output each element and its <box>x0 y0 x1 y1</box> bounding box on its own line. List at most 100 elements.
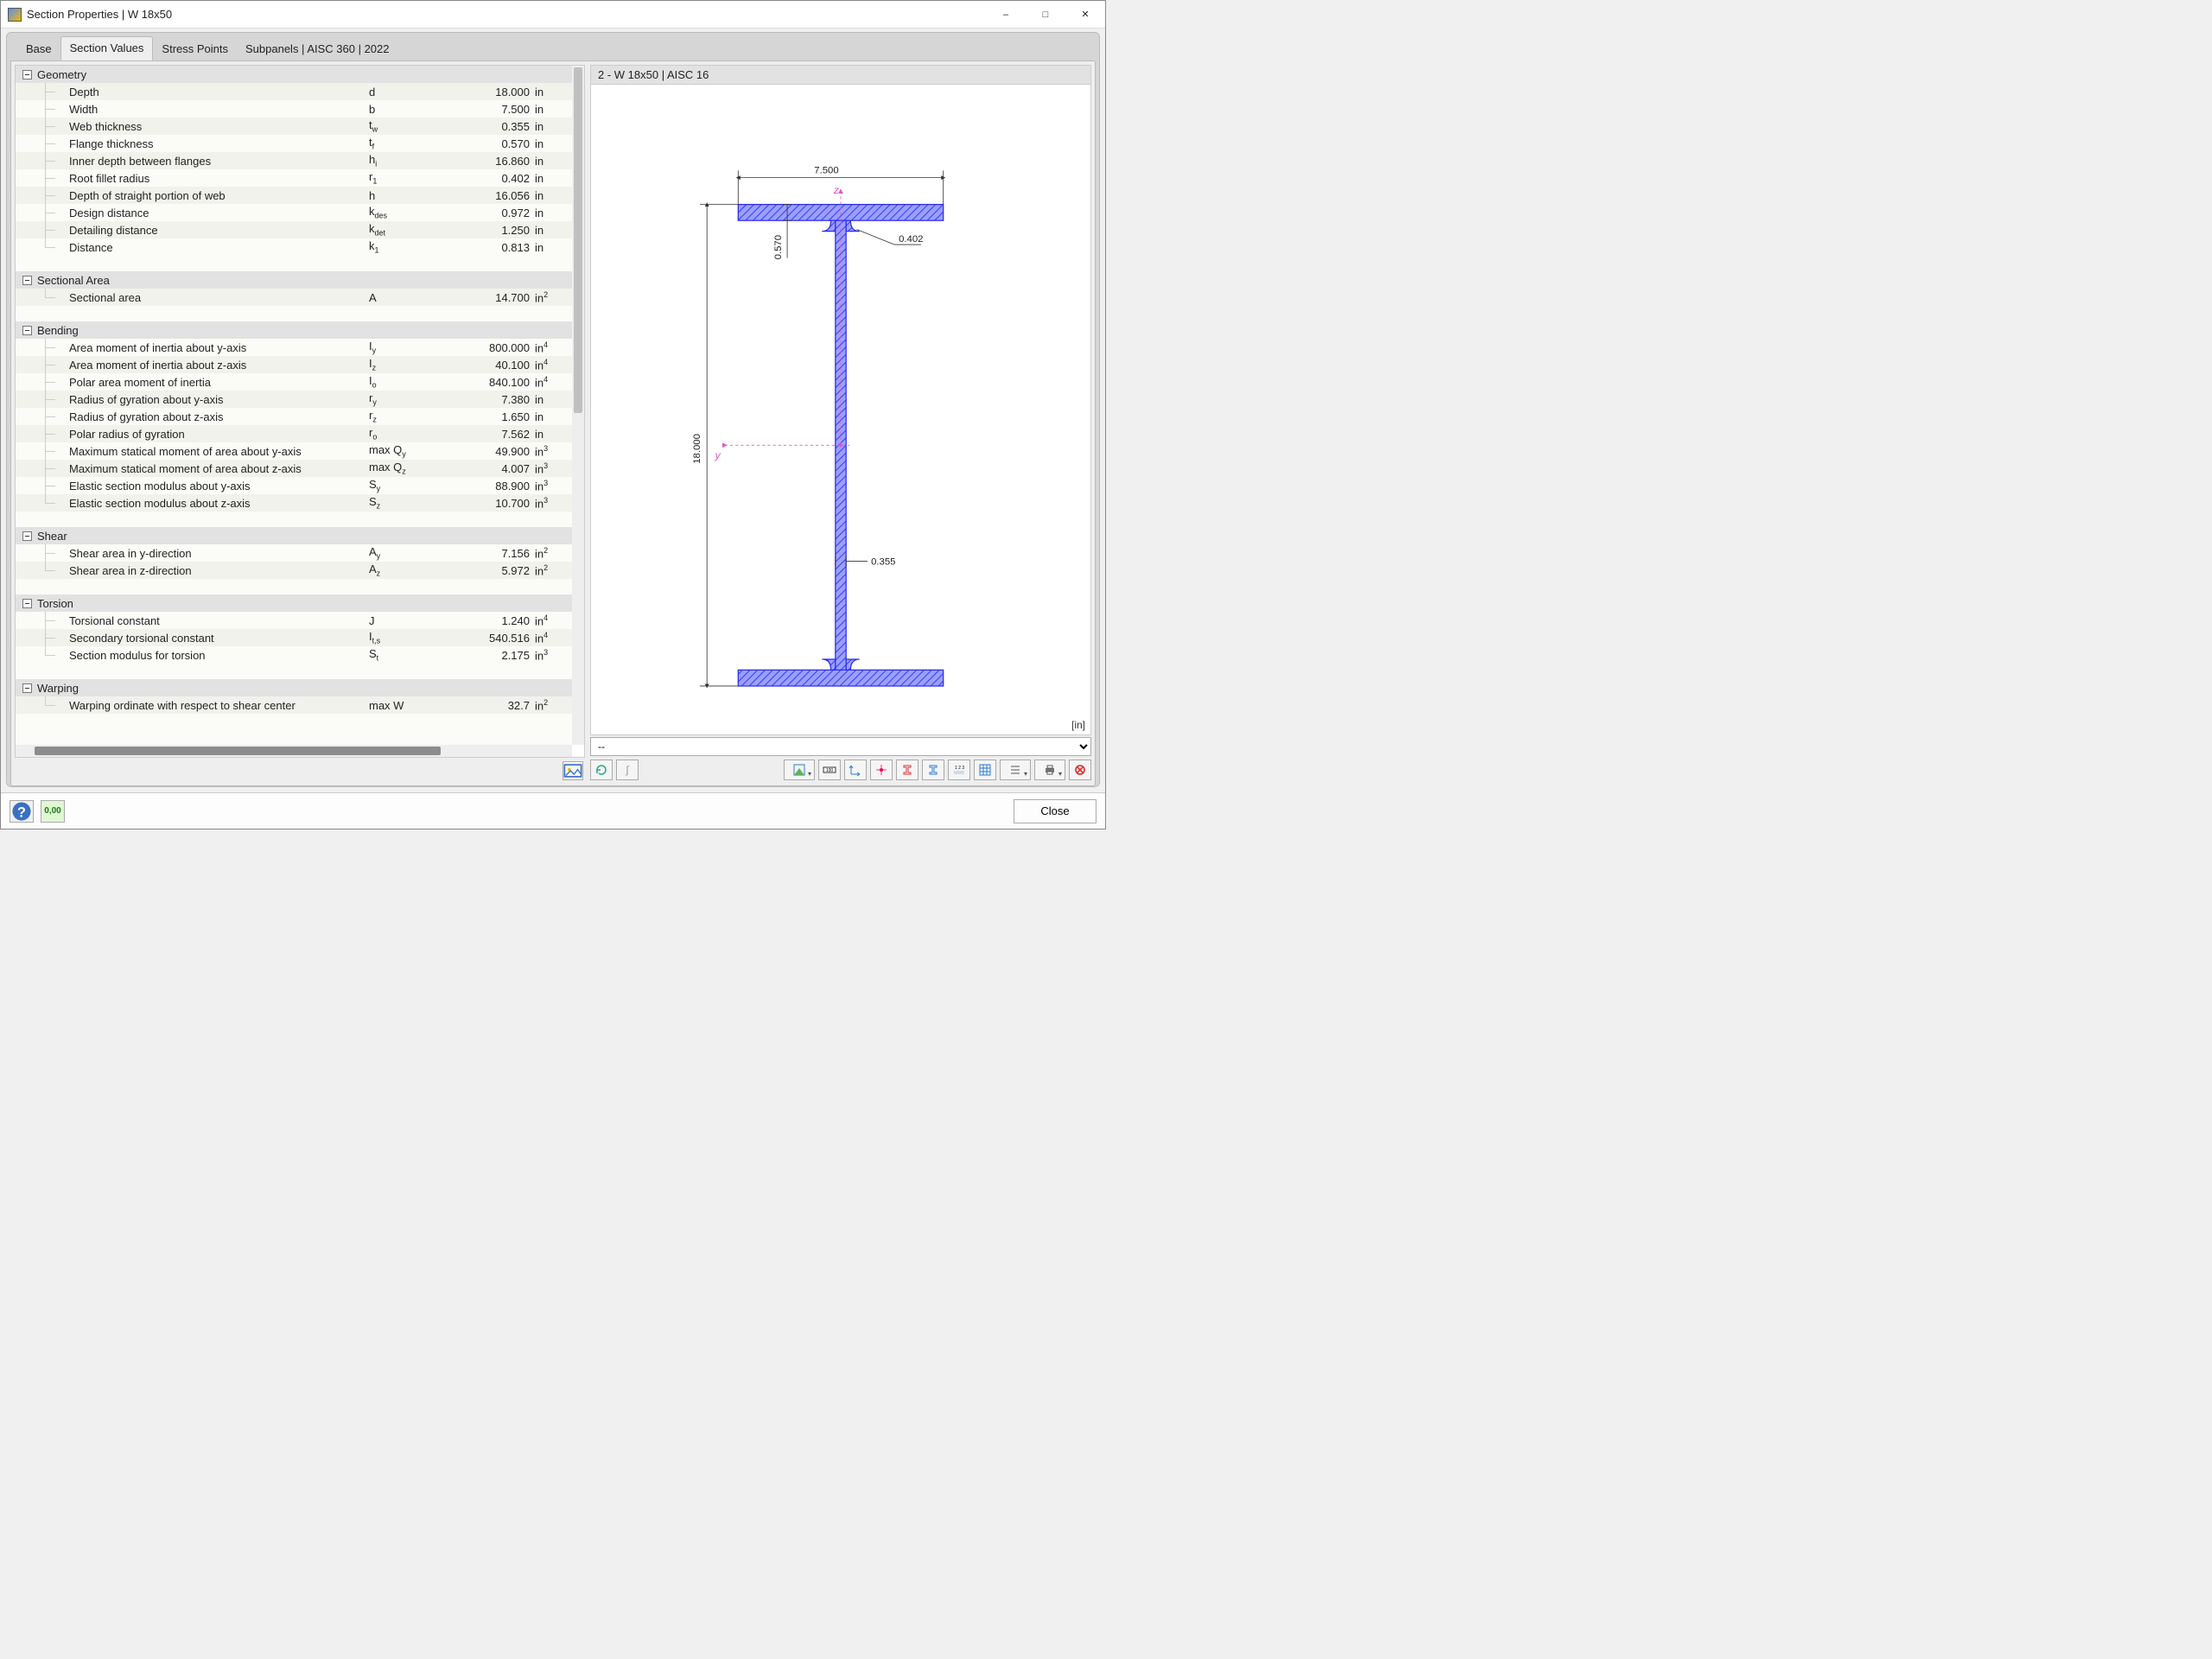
maximize-button[interactable]: □ <box>1026 1 1065 29</box>
property-row[interactable]: Area moment of inertia about y-axisIy800… <box>16 339 572 356</box>
result-selector[interactable]: -- <box>590 737 1091 756</box>
shear-center-button[interactable] <box>870 760 893 780</box>
vertical-scrollbar[interactable] <box>572 66 584 745</box>
property-row[interactable]: Design distancekdes0.972in <box>16 204 572 221</box>
numbering-button[interactable]: 1 2 3 <box>948 760 970 780</box>
property-unit: in <box>533 207 572 219</box>
property-row[interactable]: Area moment of inertia about z-axisIz40.… <box>16 356 572 373</box>
units-button[interactable]: 0,00 <box>41 800 65 823</box>
property-name: Detailing distance <box>67 224 369 237</box>
axis-y-label: y <box>714 449 721 461</box>
property-unit: in <box>533 172 572 185</box>
property-symbol: Az <box>369 563 447 578</box>
close-button[interactable]: Close <box>1014 799 1096 823</box>
property-row[interactable]: Detailing distancekdet1.250in <box>16 221 572 238</box>
group-title: Sectional Area <box>37 274 110 287</box>
property-symbol: h <box>369 189 447 202</box>
minimize-button[interactable]: – <box>986 1 1026 29</box>
property-unit: in4 <box>533 631 572 645</box>
collapse-icon[interactable] <box>22 683 32 693</box>
property-row[interactable]: Sectional areaA14.700in2 <box>16 289 572 306</box>
property-symbol: max W <box>369 699 447 712</box>
property-symbol: max Qy <box>369 443 447 459</box>
property-row[interactable]: Root fillet radiusr10.402in <box>16 169 572 187</box>
property-name: Polar radius of gyration <box>67 428 369 441</box>
property-row[interactable]: Depthd18.000in <box>16 83 572 100</box>
section-canvas[interactable]: 7.500 18.000 0.570 <box>590 84 1091 735</box>
export-image-button[interactable] <box>563 761 583 780</box>
property-row[interactable]: Maximum statical moment of area about y-… <box>16 442 572 460</box>
group-title: Geometry <box>37 68 86 81</box>
section-red-button[interactable] <box>896 760 918 780</box>
collapse-icon[interactable] <box>22 276 32 285</box>
help-button[interactable]: ? <box>10 800 34 823</box>
property-value: 840.100 <box>447 376 533 389</box>
property-value: 0.402 <box>447 172 533 185</box>
property-row[interactable]: Polar area moment of inertiaIo840.100in4 <box>16 373 572 391</box>
property-name: Warping ordinate with respect to shear c… <box>67 699 369 712</box>
property-name: Elastic section modulus about y-axis <box>67 480 369 493</box>
diagram-toolbar: ∫ 100 1 2 3 <box>590 758 1091 782</box>
property-row[interactable]: Flange thicknesstf0.570in <box>16 135 572 152</box>
group-title: Shear <box>37 530 67 543</box>
property-name: Maximum statical moment of area about y-… <box>67 445 369 458</box>
group-header[interactable]: Shear <box>16 527 572 544</box>
property-name: Elastic section modulus about z-axis <box>67 497 369 510</box>
property-unit: in <box>533 410 572 423</box>
scale-100-button[interactable]: 100 <box>818 760 841 780</box>
property-row[interactable]: Radius of gyration about z-axisrz1.650in <box>16 408 572 425</box>
property-row[interactable]: Web thicknesstw0.355in <box>16 118 572 135</box>
property-row[interactable]: Polar radius of gyrationro7.562in <box>16 425 572 442</box>
group-header[interactable]: Warping <box>16 679 572 696</box>
property-unit: in <box>533 393 572 406</box>
collapse-icon[interactable] <box>22 326 32 335</box>
property-row[interactable]: Torsional constantJ1.240in4 <box>16 612 572 629</box>
section-blue-button[interactable] <box>922 760 944 780</box>
properties-grid[interactable]: Geometry Depthd18.000inWidthb7.500inWeb t… <box>15 65 585 758</box>
property-name: Flange thickness <box>67 137 369 150</box>
property-row[interactable]: Warping ordinate with respect to shear c… <box>16 696 572 714</box>
close-window-button[interactable]: ✕ <box>1065 1 1105 29</box>
group-header[interactable]: Geometry <box>16 66 572 83</box>
property-symbol: ro <box>369 426 447 442</box>
group-header[interactable]: Torsion <box>16 594 572 612</box>
property-row[interactable]: Secondary torsional constantIt,s540.516i… <box>16 629 572 646</box>
refresh-view-button[interactable] <box>590 760 613 780</box>
property-value: 14.700 <box>447 291 533 304</box>
group-header[interactable]: Bending <box>16 321 572 339</box>
property-row[interactable]: Section modulus for torsionSt2.175in3 <box>16 646 572 664</box>
sigma-button[interactable]: ∫ <box>616 760 639 780</box>
print-button[interactable] <box>1034 760 1065 780</box>
property-value: 7.156 <box>447 547 533 560</box>
collapse-icon[interactable] <box>22 70 32 79</box>
collapse-icon[interactable] <box>22 599 32 608</box>
tab-subpanels-aisc-360-2022[interactable]: Subpanels | AISC 360 | 2022 <box>237 38 398 60</box>
view-mode-button[interactable] <box>784 760 815 780</box>
tab-stress-points[interactable]: Stress Points <box>153 38 237 60</box>
grid-button[interactable] <box>974 760 996 780</box>
horizontal-scrollbar[interactable] <box>16 745 572 757</box>
property-row[interactable]: Inner depth between flangeshi16.860in <box>16 152 572 169</box>
tab-base[interactable]: Base <box>17 38 60 60</box>
property-row[interactable]: Depth of straight portion of webh16.056i… <box>16 187 572 204</box>
property-row[interactable]: Elastic section modulus about y-axisSy88… <box>16 477 572 494</box>
dim-r1: 0.402 <box>899 234 923 245</box>
property-unit: in <box>533 86 572 99</box>
property-row[interactable]: Shear area in y-directionAy7.156in2 <box>16 544 572 562</box>
tab-section-values[interactable]: Section Values <box>60 36 154 60</box>
property-unit: in3 <box>533 461 572 475</box>
property-row[interactable]: Elastic section modulus about z-axisSz10… <box>16 494 572 512</box>
property-symbol: It,s <box>369 630 447 645</box>
property-row[interactable]: Widthb7.500in <box>16 100 572 118</box>
property-row[interactable]: Radius of gyration about y-axisry7.380in <box>16 391 572 408</box>
list-button[interactable] <box>1000 760 1031 780</box>
reset-button[interactable] <box>1069 760 1091 780</box>
property-row[interactable]: Shear area in z-directionAz5.972in2 <box>16 562 572 579</box>
axes-xy-button[interactable] <box>844 760 867 780</box>
property-symbol: d <box>369 86 447 99</box>
property-row[interactable]: Distancek10.813in <box>16 238 572 256</box>
collapse-icon[interactable] <box>22 531 32 541</box>
group-header[interactable]: Sectional Area <box>16 271 572 289</box>
property-row[interactable]: Maximum statical moment of area about z-… <box>16 460 572 477</box>
titlebar: Section Properties | W 18x50 – □ ✕ <box>1 1 1105 29</box>
